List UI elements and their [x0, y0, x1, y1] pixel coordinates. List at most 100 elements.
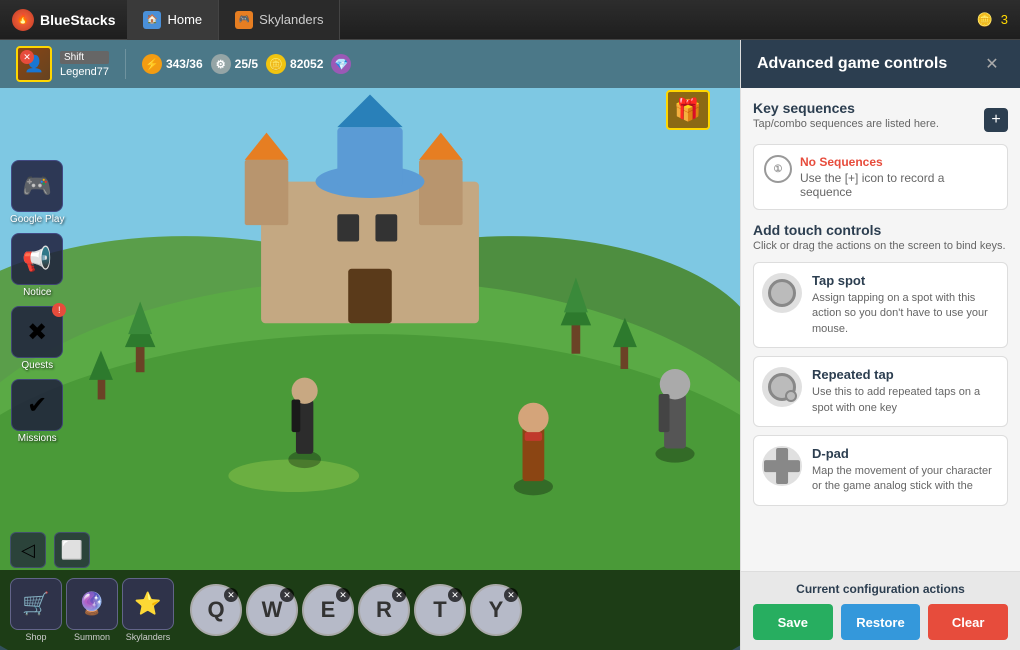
top-bar-coins: 🪙 3	[977, 12, 1020, 28]
right-panel: Advanced game controls ✕ Key sequences T…	[740, 40, 1020, 650]
no-sequences-desc: Use the [+] icon to record a sequence	[800, 171, 997, 199]
dpad-card[interactable]: D-pad Map the movement of your character…	[753, 435, 1008, 506]
add-sequence-button[interactable]: +	[984, 108, 1008, 132]
skylanders-label: Skylanders	[126, 632, 171, 642]
seq-header: Key sequences Tap/combo sequences are li…	[753, 100, 1008, 140]
notice-button[interactable]: 📢 Notice	[10, 233, 64, 298]
missions-icon: ✔	[11, 379, 63, 431]
key-y-slot[interactable]: Y ✕	[470, 584, 522, 636]
key-w-slot[interactable]: W ✕	[246, 584, 298, 636]
add-touch-title: Add touch controls	[753, 222, 1008, 238]
key-r-close[interactable]: ✕	[392, 588, 406, 602]
key-q-slot[interactable]: Q ✕	[190, 584, 242, 636]
dpad-title: D-pad	[812, 446, 997, 461]
tap-spot-card[interactable]: Tap spot Assign tapping on a spot with t…	[753, 262, 1008, 348]
left-sidebar: 🎮 Google Play 📢 Notice ✖ ! Quests ✔ Miss…	[10, 160, 64, 444]
key-w-close[interactable]: ✕	[280, 588, 294, 602]
repeated-tap-card[interactable]: Repeated tap Use this to add repeated ta…	[753, 356, 1008, 427]
no-seq-content: No Sequences Use the [+] icon to record …	[800, 155, 997, 199]
notice-label: Notice	[23, 287, 51, 298]
key-t-slot[interactable]: T ✕	[414, 584, 466, 636]
key-t-icon: T ✕	[414, 584, 466, 636]
main-area: ✕ 👤 Shift Legend77 ⚡ 343/36 ⚙ 25/5 🪙 820…	[0, 40, 1020, 650]
nav-bottom: ◁ ⬜	[10, 532, 90, 568]
sequence-circle-icon: ①	[764, 155, 792, 183]
logo-icon: 🔥	[12, 9, 34, 31]
quests-badge: !	[52, 303, 66, 317]
game-hud: ✕ 👤 Shift Legend77 ⚡ 343/36 ⚙ 25/5 🪙 820…	[0, 40, 740, 88]
game-tab-icon: 🎮	[235, 11, 253, 29]
key-sequences-desc: Tap/combo sequences are listed here.	[753, 118, 939, 130]
dpad-desc: Map the movement of your character or th…	[812, 464, 997, 495]
back-button[interactable]: ◁	[10, 532, 46, 568]
shop-label: Shop	[25, 632, 46, 642]
bottom-bar: 🛒 Shop 🔮 Summon ⭐ Skylanders Q ✕ W	[0, 570, 740, 650]
config-label: Current configuration actions	[753, 582, 1008, 596]
gem-icon: 💎	[331, 54, 351, 74]
app-name: BlueStacks	[40, 12, 115, 28]
shop-slot[interactable]: 🛒 Shop	[10, 578, 62, 642]
touch-controls-section: Add touch controls Click or drag the act…	[753, 222, 1008, 506]
notice-icon: 📢	[11, 233, 63, 285]
key-sequences-title-wrap: Key sequences Tap/combo sequences are li…	[753, 100, 939, 140]
home-button[interactable]: ⬜	[54, 532, 90, 568]
skylanders-icon: ⭐	[122, 578, 174, 630]
save-button[interactable]: Save	[753, 604, 833, 640]
gem-stat: 💎	[331, 54, 351, 74]
treasure-box[interactable]: 🎁	[666, 90, 710, 130]
player-name-section: Shift Legend77	[60, 51, 109, 78]
key-sequences-section: Key sequences Tap/combo sequences are li…	[753, 100, 1008, 210]
lightning-icon: ⚡	[142, 54, 162, 74]
no-sequences-title: No Sequences	[800, 155, 997, 169]
repeated-tap-body: Repeated tap Use this to add repeated ta…	[812, 367, 997, 416]
key-e-slot[interactable]: E ✕	[302, 584, 354, 636]
game-scene	[0, 40, 740, 650]
level-stat: ⚙ 25/5	[211, 54, 258, 74]
key-y-icon: Y ✕	[470, 584, 522, 636]
home-tab[interactable]: 🏠 Home	[127, 0, 219, 40]
coin-value: 82052	[290, 57, 323, 71]
tap-spot-desc: Assign tapping on a spot with this actio…	[812, 291, 997, 337]
repeated-tap-desc: Use this to add repeated taps on a spot …	[812, 385, 997, 416]
missions-button[interactable]: ✔ Missions	[10, 379, 64, 444]
dpad-body: D-pad Map the movement of your character…	[812, 446, 997, 495]
key-q-close[interactable]: ✕	[224, 588, 238, 602]
key-r-icon: R ✕	[358, 584, 410, 636]
game-tab-label: Skylanders	[259, 12, 323, 27]
tap-spot-body: Tap spot Assign tapping on a spot with t…	[812, 273, 997, 337]
quests-button[interactable]: ✖ ! Quests	[10, 306, 64, 371]
coin-stat: 🪙 82052	[266, 54, 323, 74]
dpad-icon	[762, 446, 802, 486]
dpad-shape	[764, 448, 800, 484]
panel-close-button[interactable]: ✕	[980, 52, 1004, 76]
game-area: ✕ 👤 Shift Legend77 ⚡ 343/36 ⚙ 25/5 🪙 820…	[0, 40, 740, 650]
health-value: 343/36	[166, 57, 203, 71]
clear-button[interactable]: Clear	[928, 604, 1008, 640]
key-e-close[interactable]: ✕	[336, 588, 350, 602]
summon-icon: 🔮	[66, 578, 118, 630]
restore-button[interactable]: Restore	[841, 604, 921, 640]
google-play-label: Google Play	[10, 214, 64, 225]
close-player-button[interactable]: ✕	[20, 50, 34, 64]
key-y-close[interactable]: ✕	[504, 588, 518, 602]
game-tab[interactable]: 🎮 Skylanders	[219, 0, 340, 40]
google-play-button[interactable]: 🎮 Google Play	[10, 160, 64, 225]
panel-content: Key sequences Tap/combo sequences are li…	[741, 88, 1020, 571]
quests-icon: ✖ !	[11, 306, 63, 358]
quests-label: Quests	[21, 360, 53, 371]
top-bar: 🔥 BlueStacks 🏠 Home 🎮 Skylanders 🪙 3	[0, 0, 1020, 40]
player-section: ✕ 👤	[16, 46, 52, 82]
key-t-close[interactable]: ✕	[448, 588, 462, 602]
coin-icon: 🪙	[977, 12, 993, 28]
key-r-slot[interactable]: R ✕	[358, 584, 410, 636]
gear-icon: ⚙	[211, 54, 231, 74]
key-e-icon: E ✕	[302, 584, 354, 636]
player-name: Legend77	[60, 66, 109, 78]
health-stat: ⚡ 343/36	[142, 54, 203, 74]
app-logo: 🔥 BlueStacks	[0, 9, 127, 31]
skylanders-slot[interactable]: ⭐ Skylanders	[122, 578, 174, 642]
summon-slot[interactable]: 🔮 Summon	[66, 578, 118, 642]
add-touch-desc: Click or drag the actions on the screen …	[753, 240, 1008, 252]
shop-icon: 🛒	[10, 578, 62, 630]
coin-count: 3	[1001, 12, 1008, 27]
